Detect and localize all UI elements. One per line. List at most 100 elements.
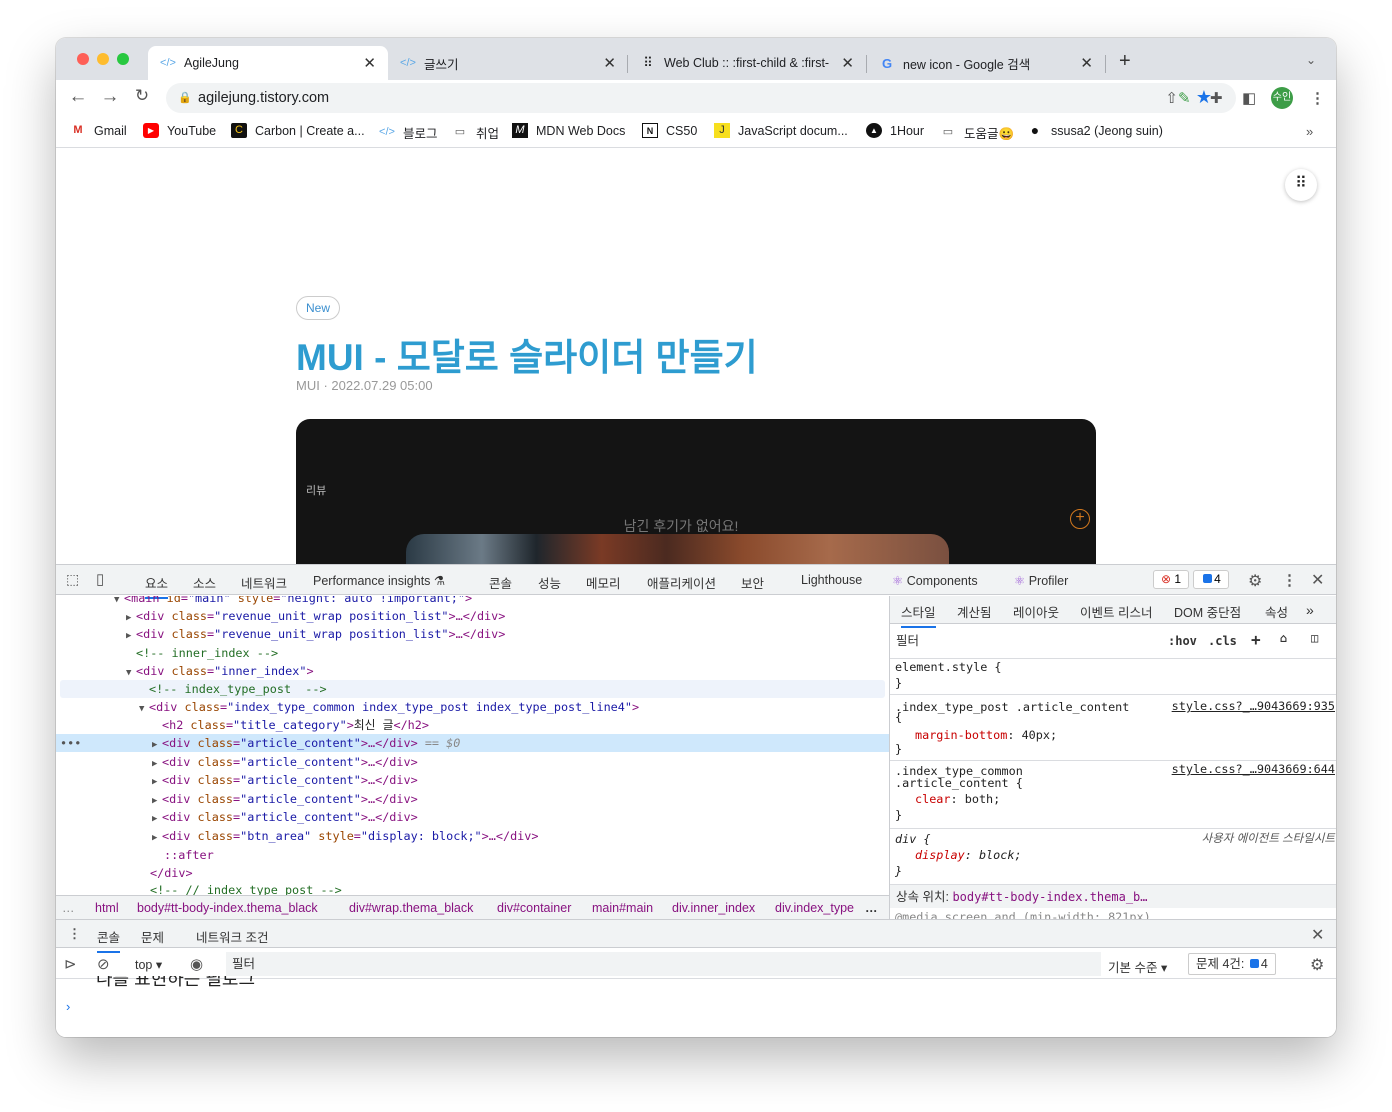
console-settings-gear-icon[interactable]: ⚙	[1310, 955, 1324, 975]
dom-comment[interactable]: <!-- inner_index -->	[136, 644, 889, 662]
drawer-menu-icon[interactable]: ⋮	[68, 926, 81, 942]
dom-comment[interactable]: <!-- index_type_post -->	[60, 680, 885, 698]
url-text[interactable]: agilejung.tistory.com	[198, 90, 329, 106]
tab-agilejung[interactable]: </> AgileJung ✕	[148, 46, 388, 80]
reload-icon[interactable]: ↻	[130, 86, 154, 106]
tab-dom-breakpoints[interactable]: DOM 중단점	[1174, 602, 1241, 621]
property-value[interactable]: block;	[979, 848, 1022, 862]
menu-dots-icon[interactable]: ⠿	[1285, 169, 1317, 201]
console-filter-input[interactable]: 필터	[226, 952, 1101, 976]
issues-counter[interactable]: 문제 4건: 4	[1188, 953, 1276, 975]
more-tabs-icon[interactable]: »	[1306, 602, 1314, 618]
post-title[interactable]: MUI - 모달로 슬라이더 만들기	[296, 327, 758, 381]
bookmark-youtube[interactable]: ▶ YouTube	[143, 123, 216, 138]
dom-close-tag[interactable]: </div>	[150, 864, 889, 882]
property-value[interactable]: both;	[965, 792, 1001, 806]
class-toggle[interactable]: .cls	[1208, 634, 1237, 648]
post-thumbnail[interactable]: 리뷰 남긴 후기가 없어요! +	[296, 419, 1096, 564]
breadcrumb-scroll-left-icon[interactable]: …	[62, 901, 75, 915]
tab-performance-insights[interactable]: Performance insights ⚗	[313, 573, 445, 588]
expand-triangle-icon[interactable]: ▶	[152, 773, 162, 791]
dom-node[interactable]: ▶ <div class="article_content">…</div>	[152, 753, 889, 771]
message-count-badge[interactable]: 4	[1193, 570, 1229, 589]
paint-brush-icon[interactable]: ⌂	[1280, 631, 1287, 645]
bookmark-cs50[interactable]: N CS50	[642, 123, 697, 138]
close-devtools-icon[interactable]: ✕	[1311, 570, 1324, 590]
maximize-window-button[interactable]	[117, 53, 129, 65]
tab-layout[interactable]: 레이아웃	[1013, 602, 1059, 621]
close-drawer-icon[interactable]: ✕	[1311, 925, 1324, 945]
expand-triangle-icon[interactable]: ▶	[152, 736, 162, 754]
context-selector[interactable]: top ▾	[135, 957, 162, 972]
tab-computed[interactable]: 계산됨	[957, 602, 992, 621]
devtools-menu-icon[interactable]: ⋮	[1282, 571, 1297, 589]
drawer-tab-issues[interactable]: 문제	[141, 927, 164, 946]
drawer-tab-network-conditions[interactable]: 네트워크 조건	[196, 927, 268, 946]
breadcrumb-html[interactable]: html	[95, 901, 119, 915]
dom-node[interactable]: ▶ <div class="article_content">…</div>	[152, 808, 889, 826]
tab-performance[interactable]: 성능	[538, 573, 561, 592]
bookmark-blog[interactable]: </> 블로그	[379, 123, 437, 142]
dom-pseudo[interactable]: ::after	[164, 846, 889, 864]
settings-gear-icon[interactable]: ⚙	[1248, 571, 1262, 591]
expand-triangle-icon[interactable]: ▶	[152, 810, 162, 828]
bookmark-gmail[interactable]: M Gmail	[70, 123, 126, 138]
collapse-triangle-icon[interactable]: ▼	[139, 700, 149, 718]
inherited-selector[interactable]: body#tt-body-index.thema_b…	[952, 890, 1147, 904]
tab-application[interactable]: 애플리케이션	[647, 573, 716, 592]
breadcrumb-container[interactable]: div#container	[497, 901, 571, 915]
close-tab-icon[interactable]: ✕	[603, 54, 616, 72]
dom-node[interactable]: ▼ <div class="index_type_common index_typ…	[139, 698, 889, 716]
tab-search-chevron-icon[interactable]: ⌄	[1306, 53, 1316, 67]
extensions-puzzle-icon[interactable]: ✚	[1210, 89, 1223, 107]
console-sidebar-icon[interactable]: ⊳	[64, 955, 77, 973]
rule-element-style[interactable]: element.style { }	[890, 658, 1336, 694]
breadcrumb-wrap[interactable]: div#wrap.thema_black	[349, 901, 473, 915]
tab-styles[interactable]: 스타일	[901, 602, 936, 628]
avatar[interactable]: 수인	[1271, 87, 1293, 109]
tab-google-search[interactable]: G new icon - Google 검색 ✕	[867, 46, 1105, 80]
tab-memory[interactable]: 메모리	[586, 573, 621, 592]
rule-source-link[interactable]: style.css?_…9043669:935	[1172, 699, 1335, 713]
bookmark-javascript-docs[interactable]: J JavaScript docum...	[714, 123, 848, 138]
side-panel-icon[interactable]: ◧	[1242, 89, 1256, 107]
dom-node[interactable]: ▼ <div class="inner_index">	[126, 662, 889, 680]
tab-sources[interactable]: 소스	[193, 573, 216, 592]
tab-web-club[interactable]: ⠿ Web Club :: :first-child & :first- ✕	[628, 46, 866, 80]
close-window-button[interactable]	[77, 53, 89, 65]
dom-node[interactable]: ▼ <main id="main" style="height: auto !im…	[114, 596, 889, 607]
expand-triangle-icon[interactable]: ▶	[152, 829, 162, 847]
bookmark-folder-help[interactable]: ▭ 도움글😀	[940, 123, 1014, 142]
inspect-element-icon[interactable]: ⬚	[66, 571, 79, 588]
tab-lighthouse[interactable]: Lighthouse	[801, 573, 862, 587]
rule-index-type-common[interactable]: .index_type_common .article_content { st…	[890, 760, 1336, 828]
bookmark-folder-jobs[interactable]: ▭ 취업	[452, 123, 499, 142]
styles-filter-input[interactable]: 필터	[896, 629, 1156, 653]
breadcrumb-inner-index[interactable]: div.inner_index	[672, 901, 755, 915]
new-tab-icon[interactable]: +	[1119, 50, 1131, 73]
dom-node[interactable]: ▶ <div class="article_content">…</div>	[152, 790, 889, 808]
tab-write[interactable]: </> 글쓰기 ✕	[388, 46, 628, 80]
rule-source-link[interactable]: style.css?_…9043669:644	[1172, 762, 1335, 776]
expand-triangle-icon[interactable]: ▶	[126, 627, 136, 645]
bookmark-1hour[interactable]: ▲ 1Hour	[866, 123, 924, 138]
breadcrumb-index-type[interactable]: div.index_type	[775, 901, 854, 915]
forward-icon[interactable]: →	[98, 86, 122, 108]
more-options-icon[interactable]: •••	[60, 734, 81, 752]
tab-components[interactable]: ⚛ Components	[892, 573, 978, 588]
live-expression-eye-icon[interactable]: ◉	[190, 955, 203, 973]
property-name[interactable]: margin-bottom	[915, 728, 1007, 742]
close-tab-icon[interactable]: ✕	[841, 54, 854, 72]
dom-node[interactable]: ▶ <div class="revenue_unit_wrap position_…	[126, 625, 889, 643]
share-icon[interactable]: ⇧	[1165, 89, 1178, 107]
dom-node-selected[interactable]: ••• ▶ <div class="article_content">…</div>…	[56, 734, 889, 752]
tab-network[interactable]: 네트워크	[241, 573, 287, 592]
breadcrumb-scroll-right-icon[interactable]: …	[865, 901, 878, 915]
error-count-badge[interactable]: ⊗ 1	[1153, 570, 1189, 589]
minimize-window-button[interactable]	[97, 53, 109, 65]
tab-console[interactable]: 콘솔	[489, 573, 512, 592]
tab-properties[interactable]: 속성	[1265, 602, 1288, 621]
close-tab-icon[interactable]: ✕	[363, 54, 376, 72]
tab-event-listeners[interactable]: 이벤트 리스너	[1080, 602, 1152, 621]
rule-index-type-post[interactable]: .index_type_post .article_content { styl…	[890, 694, 1336, 760]
